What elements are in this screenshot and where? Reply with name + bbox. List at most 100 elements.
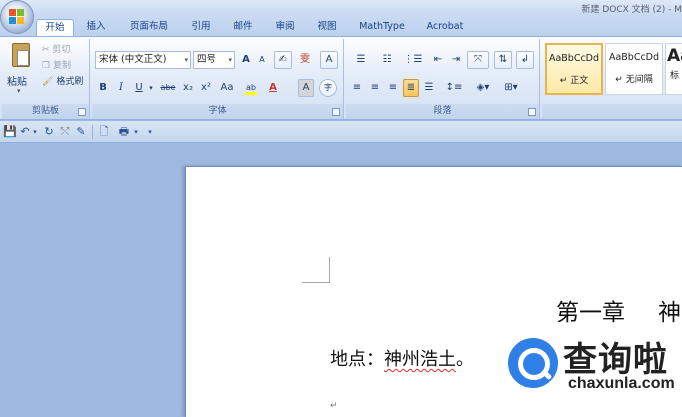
strikethrough-button[interactable]: abe	[158, 79, 178, 97]
font-launcher-icon[interactable]	[332, 108, 340, 116]
align-left-icon: ≡	[352, 82, 362, 93]
increase-indent-icon: ⇥	[451, 54, 461, 65]
align-right-icon: ≡	[388, 82, 398, 93]
chevron-down-icon[interactable]: ▾	[132, 124, 140, 140]
change-case-button[interactable]: Aa	[216, 79, 238, 97]
chevron-down-icon[interactable]: ▾	[31, 124, 39, 140]
style-heading[interactable]: Aa 标	[665, 43, 682, 95]
customize-toolbar-icon[interactable]: ▾	[146, 124, 154, 140]
phonetic-guide-button[interactable]: 雯	[296, 51, 314, 69]
styles-group-label	[542, 104, 682, 119]
toolbar-divider	[92, 125, 93, 139]
watermark: 查询啦 chaxunla.com	[508, 330, 682, 398]
paragraph-launcher-icon[interactable]	[528, 108, 536, 116]
font-size-select[interactable]: 四号 ▾	[193, 51, 235, 69]
numbering-button[interactable]: ☷	[375, 51, 399, 69]
watermark-text: 查询啦	[563, 340, 668, 380]
place-value: 神州浩土	[384, 349, 456, 370]
chevron-down-icon[interactable]: ▾	[147, 79, 155, 97]
redo-icon[interactable]: ↻	[43, 124, 55, 140]
shrink-font-button[interactable]: A	[255, 51, 269, 69]
justify-icon: ≣	[406, 82, 416, 93]
enclose-characters-button[interactable]: 字	[319, 79, 337, 97]
bold-button[interactable]: B	[95, 79, 111, 97]
paste-button[interactable]: 粘贴 ▾	[6, 41, 36, 99]
office-button[interactable]	[0, 0, 34, 34]
increase-indent-button[interactable]: ⇥	[448, 51, 464, 69]
decrease-indent-button[interactable]: ⇤	[430, 51, 446, 69]
align-left-button[interactable]: ≡	[349, 79, 365, 97]
tab-mailings[interactable]: 邮件	[227, 19, 259, 36]
style-normal[interactable]: AaBbCcDd ↵ 正文	[545, 43, 603, 95]
paragraph-group: ☰ ☷ ⋮☰ ⇤ ⇥ ⤧ ⇅ ↲ ≡ ≡ ≡ ≣ ☰ ↕≡ ◈▾ ⊞▾ 段落	[346, 39, 540, 119]
paint-bucket-icon: ◈▾	[476, 82, 490, 93]
chevron-down-icon: ▾	[228, 56, 232, 64]
tab-home[interactable]: 开始	[36, 19, 74, 36]
bullets-button[interactable]: ☰	[349, 51, 373, 69]
show-marks-button[interactable]: ↲	[516, 51, 534, 69]
format-painter-button[interactable]: 🖌 格式刷	[42, 75, 83, 89]
clipboard-group-label: 剪贴板	[2, 104, 89, 119]
chevron-down-icon: ▾	[17, 87, 21, 95]
align-center-button[interactable]: ≡	[367, 79, 383, 97]
character-border-button[interactable]: A	[320, 51, 338, 69]
chapter-title: 第一章	[556, 300, 625, 326]
tab-insert[interactable]: 插入	[80, 19, 112, 36]
subscript-button[interactable]: x₂	[180, 79, 196, 97]
style-no-spacing[interactable]: AaBbCcDd ↵ 无间隔	[605, 43, 663, 95]
quick-access-toolbar: 💾 ↶ ▾ ↻ ⤲ ✎ 🗋 🖶 ▾ ▾	[0, 121, 682, 143]
distributed-button[interactable]: ☰	[421, 79, 437, 97]
place-line: 地点：神州浩土。	[330, 345, 474, 371]
tab-references[interactable]: 引用	[185, 19, 217, 36]
paragraph-shading-button[interactable]: ◈▾	[470, 79, 496, 97]
underline-button[interactable]: U	[131, 79, 147, 97]
italic-button[interactable]: I	[113, 79, 129, 97]
highlight-icon: ab	[246, 83, 256, 92]
style-preview: AaBbCcDd	[548, 53, 600, 64]
chevron-down-icon: ▾	[184, 56, 188, 64]
print-icon[interactable]: 🖶	[116, 124, 132, 140]
sort-button[interactable]: ⇅	[494, 51, 512, 69]
styles-group: AaBbCcDd ↵ 正文 AaBbCcDd ↵ 无间隔 Aa 标	[542, 39, 682, 119]
multilevel-list-icon: ⋮☰	[403, 54, 423, 65]
multilevel-list-button[interactable]: ⋮☰	[401, 51, 425, 69]
repeat-icon[interactable]: ⤲	[59, 124, 71, 140]
watermark-url: chaxunla.com	[568, 375, 675, 392]
character-shading-button[interactable]: A	[298, 79, 314, 97]
font-size-value: 四号	[197, 54, 217, 65]
bullet-list-icon: ☰	[356, 54, 366, 65]
paste-label: 粘贴	[7, 77, 27, 88]
style-name: ↵ 无间隔	[615, 75, 653, 85]
paragraph-mark-icon: ↲	[520, 54, 530, 65]
highlight-button[interactable]: ab	[242, 79, 260, 97]
copy-button[interactable]: ❐ 复制	[42, 59, 71, 73]
chinese-layout-button[interactable]: ⤧	[467, 51, 489, 69]
highlight-color-swatch	[245, 92, 257, 95]
format-painter-label: 格式刷	[56, 77, 84, 87]
edit-icon[interactable]: ✎	[75, 124, 87, 140]
tab-review[interactable]: 审阅	[269, 19, 301, 36]
tab-page-layout[interactable]: 页面布局	[124, 19, 174, 36]
undo-icon[interactable]: ↶	[19, 124, 31, 140]
distributed-icon: ☰	[424, 82, 434, 93]
grow-font-button[interactable]: A	[238, 51, 254, 69]
margin-corner-mark	[302, 257, 330, 283]
superscript-button[interactable]: x²	[198, 79, 214, 97]
borders-button[interactable]: ⊞▾	[499, 79, 523, 97]
paste-icon	[12, 43, 30, 67]
save-icon[interactable]: 💾	[3, 124, 17, 140]
tab-view[interactable]: 视图	[311, 19, 343, 36]
font-color-button[interactable]: A	[264, 79, 282, 97]
new-document-icon[interactable]: 🗋	[98, 124, 110, 140]
line-spacing-button[interactable]: ↕≡	[442, 79, 466, 97]
align-center-icon: ≡	[370, 82, 380, 93]
font-name-select[interactable]: 宋体 (中文正文) ▾	[95, 51, 191, 69]
clear-format-button[interactable]: ✍	[274, 51, 292, 69]
tab-acrobat[interactable]: Acrobat	[420, 19, 470, 36]
ribbon: 粘贴 ▾ ✂ 剪切 ❐ 复制 🖌 格式刷 剪贴板 宋体 (中文正文) ▾ 四号 …	[0, 36, 682, 120]
clipboard-launcher-icon[interactable]	[78, 108, 86, 116]
justify-button[interactable]: ≣	[403, 79, 419, 97]
align-right-button[interactable]: ≡	[385, 79, 401, 97]
cut-button[interactable]: ✂ 剪切	[42, 43, 70, 57]
tab-mathtype[interactable]: MathType	[353, 19, 411, 36]
